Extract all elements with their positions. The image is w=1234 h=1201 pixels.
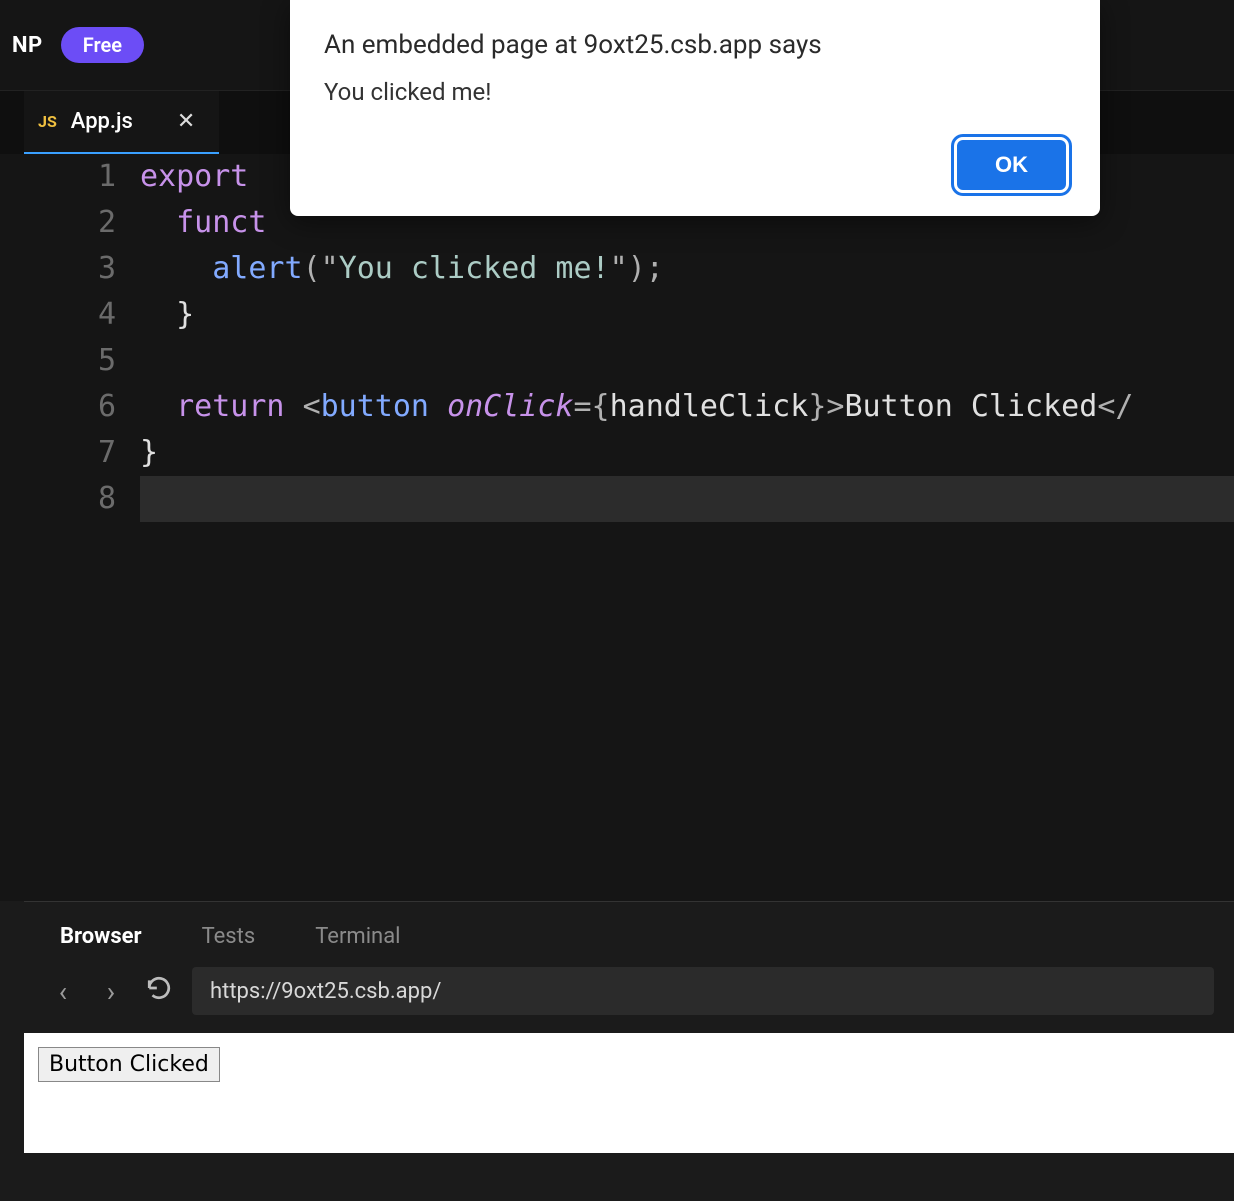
code-editor[interactable]: 1 2 3 4 5 6 7 8 export funct alert("You … (0, 154, 1234, 901)
preview-panel-tabs: Browser Tests Terminal (24, 902, 1234, 963)
line-number-gutter: 1 2 3 4 5 6 7 8 (0, 154, 140, 901)
file-tab-label: App.js (71, 109, 133, 134)
file-tab-appjs[interactable]: JS App.js ✕ (24, 91, 219, 154)
line-number: 6 (0, 384, 116, 430)
code-token: handleClick (610, 389, 809, 424)
code-token: button (321, 389, 447, 424)
code-token: }> (808, 389, 844, 424)
line-number: 4 (0, 292, 116, 338)
code-token: return (176, 389, 302, 424)
code-token: " (610, 251, 628, 286)
code-token: Button Clicked (844, 389, 1097, 424)
browser-nav-row: ‹ › https://9oxt25.csb.app/ (24, 963, 1234, 1027)
close-tab-icon[interactable]: ✕ (177, 109, 195, 134)
browser-forward-icon[interactable]: › (96, 975, 126, 1008)
code-token: " (321, 251, 339, 286)
preview-demo-button[interactable]: Button Clicked (38, 1047, 220, 1082)
code-token: export (140, 159, 266, 194)
code-token: } (140, 435, 158, 470)
browser-reload-icon[interactable] (144, 975, 174, 1008)
alert-dialog-actions: OK (324, 140, 1066, 190)
line-number: 2 (0, 200, 116, 246)
code-token: < (303, 389, 321, 424)
line-number: 3 (0, 246, 116, 292)
alert-dialog-title: An embedded page at 9oxt25.csb.app says (324, 30, 1066, 60)
alert-ok-button[interactable]: OK (957, 140, 1066, 190)
panel-tab-terminal[interactable]: Terminal (315, 924, 400, 949)
plan-pill[interactable]: Free (61, 27, 144, 63)
line-number: 7 (0, 430, 116, 476)
line-number: 1 (0, 154, 116, 200)
code-token: ={ (574, 389, 610, 424)
code-token: onClick (447, 389, 573, 424)
alert-dialog-message: You clicked me! (324, 78, 1066, 106)
workspace-badge: NP (12, 33, 43, 58)
alert-dialog: An embedded page at 9oxt25.csb.app says … (290, 0, 1100, 216)
code-content[interactable]: export funct alert("You clicked me!"); }… (140, 154, 1234, 901)
preview-panel: Browser Tests Terminal ‹ › https://9oxt2… (24, 901, 1234, 1201)
browser-url-input[interactable]: https://9oxt25.csb.app/ (192, 967, 1214, 1015)
panel-tab-browser[interactable]: Browser (60, 924, 142, 949)
code-token: You clicked me! (339, 251, 610, 286)
line-number: 5 (0, 338, 116, 384)
code-token: </ (1097, 389, 1133, 424)
code-token: alert (212, 251, 302, 286)
active-line (140, 476, 1234, 522)
browser-back-icon[interactable]: ‹ (48, 975, 78, 1008)
code-token: funct (176, 205, 266, 240)
browser-url-text: https://9oxt25.csb.app/ (210, 979, 441, 1004)
code-token: ); (628, 251, 664, 286)
preview-frame: Button Clicked (24, 1033, 1234, 1153)
panel-tab-tests[interactable]: Tests (202, 924, 256, 949)
code-token: } (176, 297, 194, 332)
line-number: 8 (0, 476, 116, 522)
code-token: ( (303, 251, 321, 286)
javascript-icon: JS (38, 112, 57, 131)
